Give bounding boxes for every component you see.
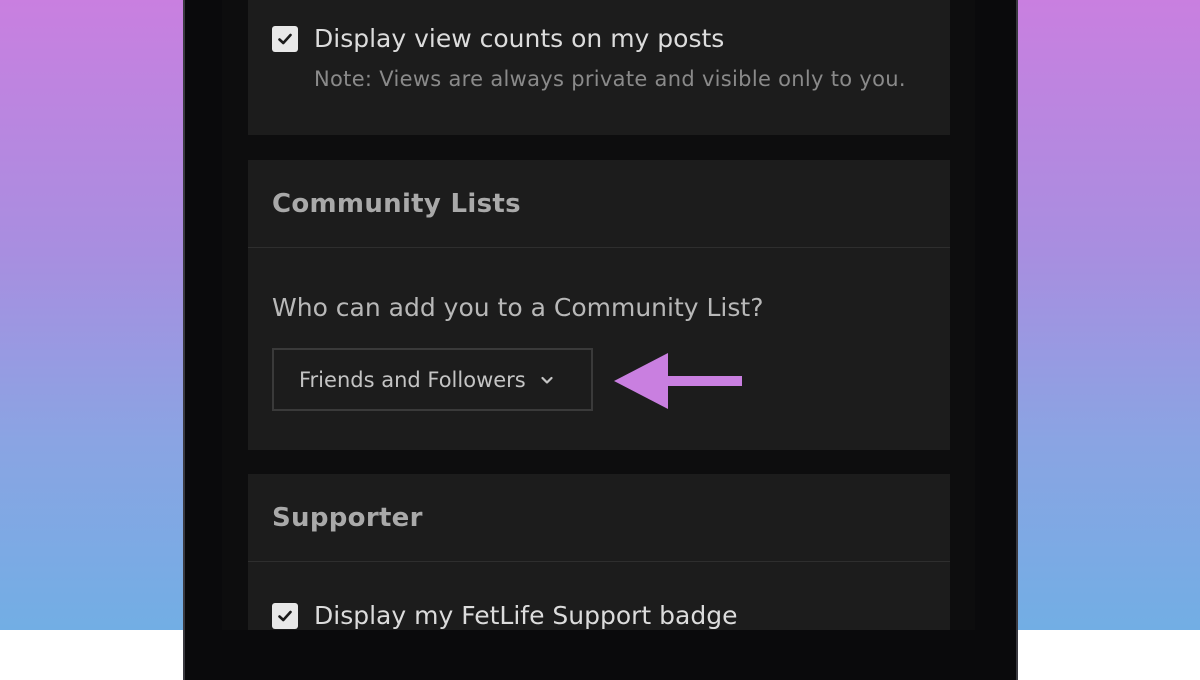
community-lists-card: Community Lists Who can add you to a Com… <box>248 160 950 450</box>
support-badge-label: Display my FetLife Support badge <box>314 601 738 630</box>
supporter-title: Supporter <box>272 503 423 533</box>
community-lists-title: Community Lists <box>272 189 521 219</box>
arrow-left-icon <box>614 353 742 409</box>
community-list-question: Who can add you to a Community List? <box>272 293 764 322</box>
supporter-header: Supporter <box>248 474 950 562</box>
chevron-down-icon <box>540 375 554 385</box>
view-counts-checkbox[interactable] <box>272 25 298 52</box>
select-value: Friends and Followers <box>299 367 526 392</box>
community-lists-header: Community Lists <box>248 160 950 248</box>
supporter-card: Supporter Display my FetLife Support bad… <box>248 474 950 630</box>
phone-screen: Display view counts on my posts Note: Vi… <box>222 0 975 630</box>
community-list-permission-select[interactable]: Friends and Followers <box>272 348 593 411</box>
settings-page: Display view counts on my posts Note: Vi… <box>248 0 950 630</box>
view-counts-option[interactable]: Display view counts on my posts <box>272 24 724 53</box>
checkmark-icon <box>278 33 292 44</box>
checkmark-icon <box>278 610 292 621</box>
view-counts-card: Display view counts on my posts Note: Vi… <box>248 0 950 135</box>
view-counts-label: Display view counts on my posts <box>314 24 725 53</box>
support-badge-checkbox[interactable] <box>272 602 298 629</box>
support-badge-option[interactable]: Display my FetLife Support badge <box>272 601 737 630</box>
view-counts-note: Note: Views are always private and visib… <box>314 67 906 91</box>
